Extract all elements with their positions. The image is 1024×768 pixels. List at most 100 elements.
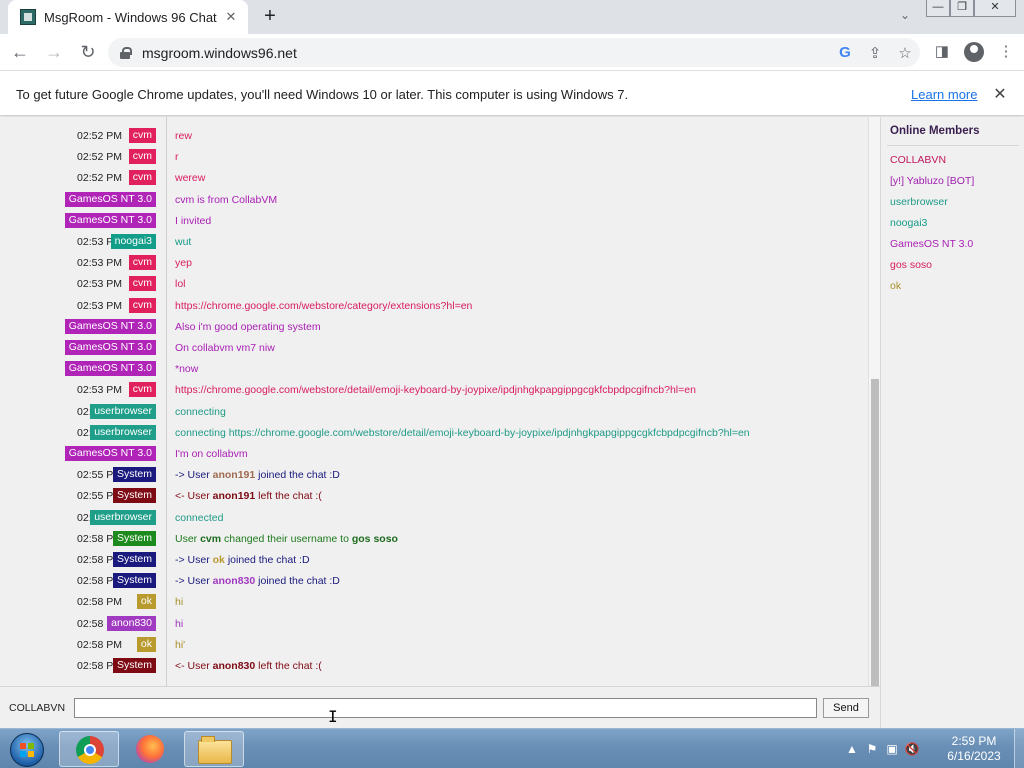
member-item[interactable]: userbrowser [890, 196, 948, 208]
message-text: -> User ok joined the chat :D [175, 554, 310, 566]
message-nick-badge[interactable]: GamesOS NT 3.0 [64, 340, 156, 355]
minimize-icon[interactable]: — [926, 0, 950, 17]
system-text-prefix: -> User [175, 575, 213, 588]
back-arrow-icon[interactable]: ← [6, 38, 34, 66]
member-item[interactable]: ok [890, 280, 901, 292]
message-nick-badge[interactable]: cvm [128, 149, 156, 165]
message-text: cvm is from CollabVM [175, 193, 278, 206]
system-username: anon830 [212, 575, 256, 588]
message-nick-badge[interactable]: System [112, 530, 156, 546]
message-nick-badge[interactable]: System [112, 488, 156, 504]
tab-title: MsgRoom - Windows 96 Chat [44, 9, 217, 25]
scrollbar-thumb[interactable] [871, 379, 879, 686]
volume-muted-icon[interactable]: 🔇 [902, 742, 922, 756]
profile-avatar[interactable] [958, 38, 990, 66]
message-nick-badge[interactable]: userbrowser [90, 509, 156, 525]
chat-message: 02:55 PM System -> User anon191 joined the… [0, 464, 868, 485]
message-text: On collabvm vm7 niw [175, 342, 275, 354]
message-nick-badge[interactable]: ok [136, 594, 156, 610]
window-close-icon[interactable]: ✕ [974, 0, 1016, 17]
message-nick-badge[interactable]: cvm [128, 255, 156, 271]
message-nick-badge[interactable]: ok [136, 636, 156, 652]
infobar-close-icon[interactable]: ✕ [992, 84, 1008, 104]
bookmark-star-icon[interactable]: ☆ [890, 44, 920, 62]
message-nick-badge[interactable]: cvm [128, 382, 156, 398]
learn-more-link[interactable]: Learn more [911, 87, 977, 102]
message-nick-badge[interactable]: GamesOS NT 3.0 [64, 361, 156, 377]
member-item[interactable]: GamesOS NT 3.0 [890, 238, 973, 250]
members-panel: Online Members COLLABVN [y!] Yabluzo [BOT… [880, 117, 1024, 728]
message-nick-badge[interactable]: cvm [128, 128, 156, 143]
start-button[interactable] [2, 730, 52, 768]
show-desktop-button[interactable] [1014, 729, 1024, 768]
message-text: yep [175, 257, 192, 270]
message-nick-badge[interactable]: GamesOS NT 3.0 [64, 318, 156, 334]
message-nick-badge[interactable]: GamesOS NT 3.0 [64, 212, 156, 228]
message-nick-badge[interactable]: userbrowser [90, 403, 156, 419]
system-username: anon191 [212, 469, 256, 482]
reload-icon[interactable]: ↻ [74, 38, 102, 66]
taskbar-firefox[interactable] [120, 731, 180, 767]
message-nick-badge[interactable]: cvm [128, 170, 156, 186]
message-text: I'm on collabvm [175, 448, 248, 460]
members-heading: Online Members [890, 125, 980, 137]
chat-message: 02:53 PMGamesOS NT 3.0Also i'm good oper… [0, 316, 868, 337]
message-nick-badge[interactable]: System [112, 467, 156, 483]
message-nick-badge[interactable]: GamesOS NT 3.0 [64, 446, 156, 461]
send-button[interactable]: Send [823, 698, 869, 718]
message-text: I invited [175, 214, 212, 227]
text-cursor-icon: I [328, 707, 338, 726]
chat-message: 02:52 PMGamesOS NT 3.0cvm is from Collab… [0, 189, 868, 210]
taskbar-clock[interactable]: 2:59 PM 6/16/2023 [938, 734, 1010, 764]
message-text: rew [175, 130, 192, 142]
message-text: -> User anon830 joined the chat :D [175, 575, 340, 587]
message-nick-badge[interactable]: noogai3 [110, 234, 156, 249]
action-center-flag-icon[interactable]: ⚑ [862, 742, 882, 756]
current-username: COLLABVN [9, 702, 66, 714]
chat-message: 02:54 PMuserbrowserconnecting [0, 401, 868, 422]
google-lens-icon[interactable]: G [830, 44, 860, 61]
folder-icon [198, 736, 232, 764]
clock-date: 6/16/2023 [947, 749, 1001, 763]
side-panel-icon[interactable]: ◨ [926, 38, 958, 66]
network-icon[interactable]: ▣ [882, 742, 902, 756]
lock-icon[interactable] [120, 46, 132, 59]
message-nick-badge[interactable]: System [112, 552, 156, 567]
taskbar-explorer[interactable] [184, 731, 244, 767]
chat-scrollbar[interactable] [868, 117, 880, 686]
member-item[interactable]: COLLABVN [890, 154, 946, 166]
share-icon[interactable]: ⇪ [860, 44, 890, 62]
window-controls: — ❐ ✕ [926, 0, 1016, 18]
message-time: 02:58 PM [77, 638, 122, 651]
message-input[interactable] [74, 698, 817, 718]
message-nick-badge[interactable]: GamesOS NT 3.0 [64, 191, 156, 207]
chat-message: 02:53 PM noogai3 wut [0, 231, 868, 252]
taskbar-chrome[interactable] [59, 731, 119, 767]
firefox-icon [136, 735, 164, 763]
message-nick-badge[interactable]: cvm [128, 297, 156, 313]
tab-close-icon[interactable]: ✕ [222, 8, 240, 26]
new-tab-button[interactable]: + [258, 6, 282, 28]
member-item[interactable]: gos soso [890, 259, 932, 271]
system-text-suffix: changed their username to [221, 532, 352, 545]
menu-kebab-icon[interactable]: ⋮ [990, 38, 1022, 66]
member-item[interactable]: noogai3 [890, 217, 927, 229]
message-nick-badge[interactable]: userbrowser [90, 424, 156, 440]
message-nick-badge[interactable]: System [112, 573, 156, 589]
forward-arrow-icon[interactable]: → [40, 38, 68, 66]
tray-expand-icon[interactable]: ▲ [842, 742, 862, 756]
address-bar[interactable]: msgroom.windows96.net G ⇪ ☆ [108, 38, 920, 67]
message-nick-badge[interactable]: cvm [128, 276, 156, 292]
browser-tab[interactable]: MsgRoom - Windows 96 Chat ✕ [8, 0, 248, 34]
restore-icon[interactable]: ❐ [950, 0, 974, 17]
message-text: Also i'm good operating system [175, 320, 321, 333]
windows-orb-icon [10, 733, 44, 767]
message-text: User cvm changed their username to gos s… [175, 533, 398, 545]
message-nick-badge[interactable]: anon830 [107, 615, 156, 631]
tab-strip: MsgRoom - Windows 96 Chat ✕ + ⌄ — ❐ ✕ [0, 0, 1024, 34]
chat-message: 02:52 PM cvm werew [0, 167, 868, 188]
url-text[interactable]: msgroom.windows96.net [142, 45, 830, 61]
member-item[interactable]: [y!] Yabluzo [BOT] [890, 175, 974, 187]
tab-search-chevron-icon[interactable]: ⌄ [896, 8, 914, 26]
message-nick-badge[interactable]: System [112, 658, 156, 673]
